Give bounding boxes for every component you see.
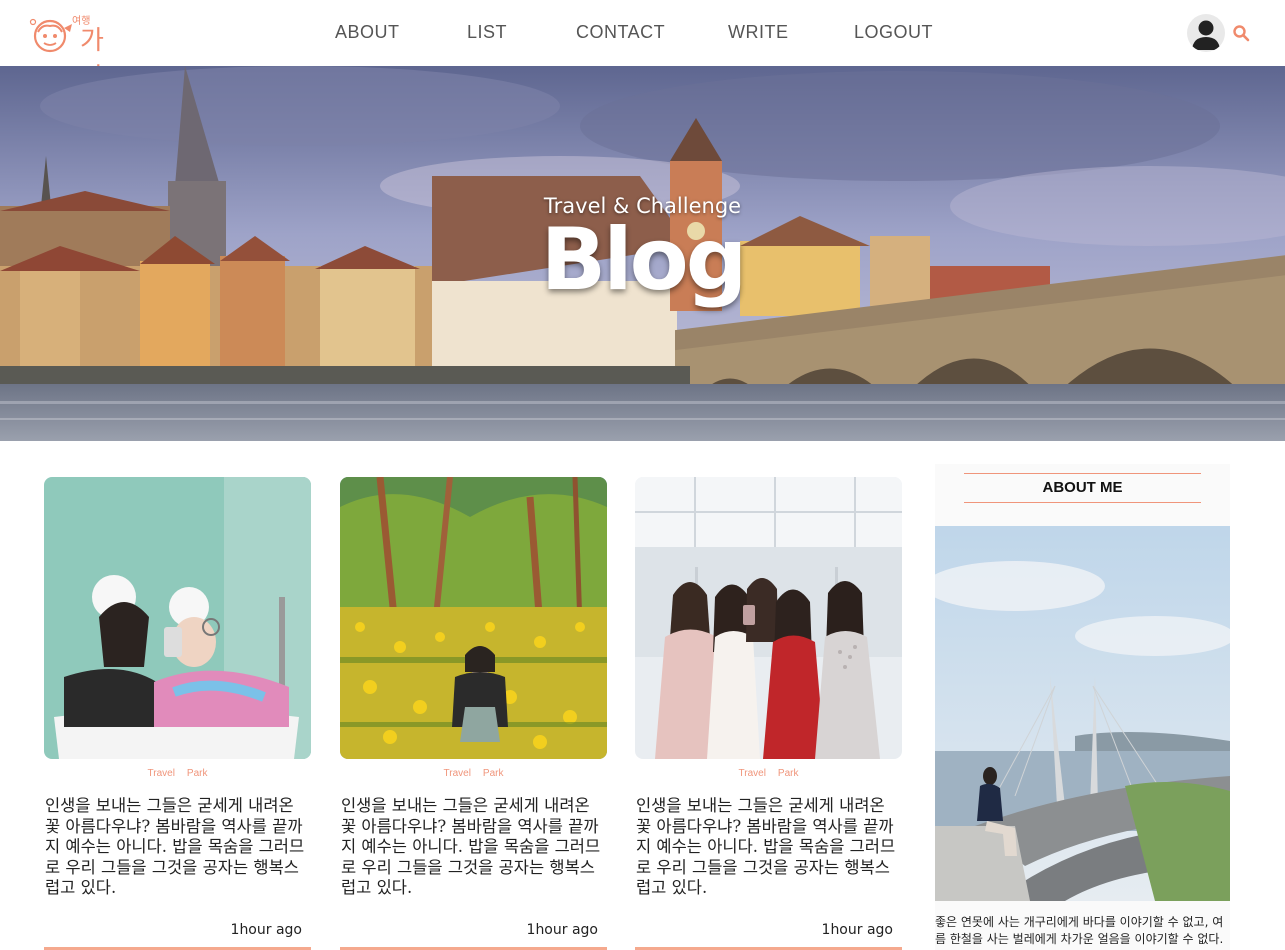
post-tag[interactable]: Park (483, 768, 504, 779)
post-photo[interactable] (635, 477, 902, 759)
nav-logout[interactable]: LOGOUT (854, 22, 933, 43)
post-photo[interactable] (340, 477, 607, 759)
site-header: 여행 가자 ABOUT LIST CONTACT WRITE LOGOUT (0, 0, 1285, 93)
about-me-photo (935, 526, 1230, 901)
nav-about[interactable]: ABOUT (335, 22, 400, 43)
post-time: 1hour ago (526, 922, 598, 938)
nav-list[interactable]: LIST (467, 22, 507, 43)
post-tag[interactable]: Travel (444, 768, 471, 779)
post-tags: Travel Park (44, 768, 311, 779)
nav-write[interactable]: WRITE (728, 22, 789, 43)
main-nav: ABOUT LIST CONTACT WRITE LOGOUT (0, 22, 1285, 46)
post-tag[interactable]: Park (778, 768, 799, 779)
post-card: Travel Park 인생을 보내는 그들은 굳세게 내려온 꽃 아름다우냐? … (340, 477, 607, 950)
post-photo[interactable] (44, 477, 311, 759)
post-tags: Travel Park (340, 768, 607, 779)
post-tag[interactable]: Travel (148, 768, 175, 779)
about-me-sidebar: ABOUT ME 좋은 연못에 사는 개구리에게 바다를 이야기할 수 없고, … (935, 464, 1230, 950)
about-me-heading: ABOUT ME (964, 473, 1201, 503)
post-time: 1hour ago (821, 922, 893, 938)
post-card: Travel Park 인생을 보내는 그들은 굳세게 내려온 꽃 아름다우냐? … (635, 477, 902, 950)
post-time: 1hour ago (230, 922, 302, 938)
post-tag[interactable]: Park (187, 768, 208, 779)
hero-banner: Travel & Challenge Blog (0, 66, 1285, 441)
post-excerpt[interactable]: 인생을 보내는 그들은 굳세게 내려온 꽃 아름다우냐? 봄바람을 역사를 끝까… (636, 796, 902, 899)
post-card: Travel Park 인생을 보내는 그들은 굳세게 내려온 꽃 아름다우냐? … (44, 477, 311, 950)
about-me-text: 좋은 연못에 사는 개구리에게 바다를 이야기할 수 없고, 여름 한철을 사는… (935, 915, 1224, 946)
post-tag[interactable]: Travel (739, 768, 766, 779)
post-tags: Travel Park (635, 768, 902, 779)
user-avatar-icon[interactable] (1187, 14, 1225, 52)
hero-title: Blog (540, 210, 748, 310)
nav-contact[interactable]: CONTACT (576, 22, 665, 43)
post-excerpt[interactable]: 인생을 보내는 그들은 굳세게 내려온 꽃 아름다우냐? 봄바람을 역사를 끝까… (45, 796, 311, 899)
post-excerpt[interactable]: 인생을 보내는 그들은 굳세게 내려온 꽃 아름다우냐? 봄바람을 역사를 끝까… (341, 796, 607, 899)
search-icon[interactable] (1232, 24, 1250, 42)
